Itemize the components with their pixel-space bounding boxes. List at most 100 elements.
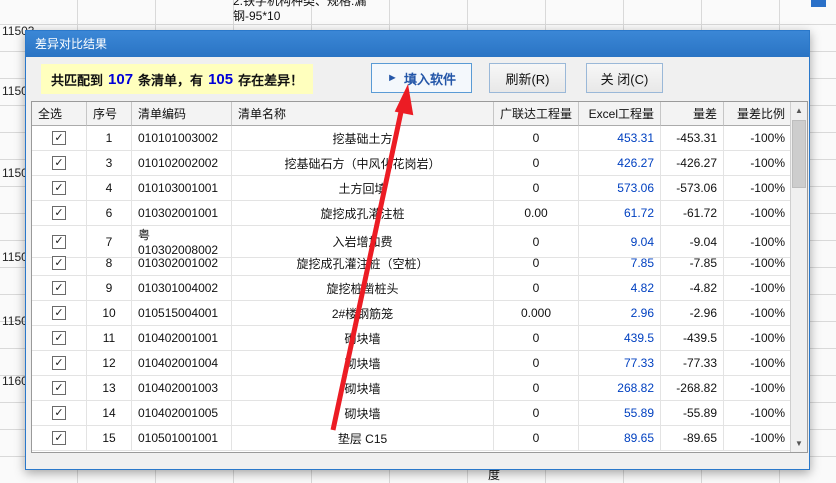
table-row[interactable]: ✓ 4 010103001001 土方回填 0 573.06 -573.06 -… [32, 176, 790, 201]
row-checkbox-cell: ✓ [32, 151, 87, 176]
table-row[interactable]: ✓ 11 010402001001 砌块墙 0 439.5 -439.5 -10… [32, 326, 790, 351]
row-checkbox[interactable]: ✓ [52, 281, 66, 295]
row-checkbox-cell: ✓ [32, 426, 87, 451]
table-header-row: 全选 序号 清单编码 清单名称 广联达工程量 Excel工程量 量差 量差比例 [32, 102, 790, 126]
screen: 115031150311503115031150311605 2.铁字机构种类、… [0, 0, 836, 483]
table-row[interactable]: ✓ 8 010302001002 旋挖成孔灌注桩（空桩） 0 7.85 -7.8… [32, 251, 790, 276]
scroll-up-icon[interactable]: ▲ [791, 102, 807, 119]
row-ratio: -100% [724, 251, 790, 276]
check-icon: ✓ [54, 236, 63, 247]
check-icon: ✓ [54, 433, 63, 444]
table-row[interactable]: ✓ 14 010402001005 砌块墙 0 55.89 -55.89 -10… [32, 401, 790, 426]
row-checkbox[interactable]: ✓ [52, 235, 66, 249]
dialog-toolbar: 共匹配到 107 条清单，有 105 存在差异！ ► 填入软件 刷新(R) 关 … [26, 57, 809, 101]
table-row[interactable]: ✓ 3 010102002002 挖基础石方（中风化花岗岩） 0 426.27 … [32, 151, 790, 176]
row-checkbox[interactable]: ✓ [52, 306, 66, 320]
row-checkbox-cell: ✓ [32, 301, 87, 326]
table-body: ✓ 1 010101003002 挖基础土方 0 453.31 -453.31 … [32, 126, 790, 451]
check-icon: ✓ [54, 283, 63, 294]
background-note-line2: 钢-95*10 [233, 9, 366, 24]
table-row[interactable]: ✓ 10 010515004001 2#楼钢筋笼 0.000 2.96 -2.9… [32, 301, 790, 326]
header-glodon-qty: 广联达工程量 [494, 102, 579, 126]
row-serial: 1 [87, 126, 132, 151]
row-checkbox-cell: ✓ [32, 176, 87, 201]
row-diff: -268.82 [661, 376, 724, 401]
row-code: 010515004001 [132, 301, 232, 326]
row-diff: -89.65 [661, 426, 724, 451]
match-summary: 共匹配到 107 条清单，有 105 存在差异！ [41, 64, 313, 94]
row-name: 挖基础石方（中风化花岗岩） [232, 151, 494, 176]
close-button[interactable]: 关 闭(C) [586, 63, 663, 93]
row-checkbox[interactable]: ✓ [52, 431, 66, 445]
summary-suffix: 存在差异！ [238, 70, 303, 89]
play-icon: ► [387, 72, 398, 84]
row-code: 010103001001 [132, 176, 232, 201]
row-checkbox[interactable]: ✓ [52, 256, 66, 270]
row-checkbox-cell: ✓ [32, 351, 87, 376]
scroll-down-icon[interactable]: ▼ [791, 435, 807, 452]
table-row[interactable]: ✓ 13 010402001003 砌块墙 0 268.82 -268.82 -… [32, 376, 790, 401]
summary-prefix: 共匹配到 [51, 70, 103, 89]
row-excel-qty: 4.82 [579, 276, 661, 301]
row-serial: 15 [87, 426, 132, 451]
row-checkbox[interactable]: ✓ [52, 406, 66, 420]
check-icon: ✓ [54, 408, 63, 419]
vertical-scrollbar[interactable]: ▲ ▼ [790, 102, 807, 452]
refresh-button[interactable]: 刷新(R) [489, 63, 566, 93]
row-checkbox[interactable]: ✓ [52, 181, 66, 195]
row-ratio: -100% [724, 301, 790, 326]
row-ratio: -100% [724, 401, 790, 426]
dialog-titlebar[interactable]: 差异对比结果 [26, 31, 809, 57]
row-serial: 11 [87, 326, 132, 351]
check-icon: ✓ [54, 258, 63, 269]
row-serial: 14 [87, 401, 132, 426]
row-name: 旋挖桩凿桩头 [232, 276, 494, 301]
row-checkbox[interactable]: ✓ [52, 356, 66, 370]
table-row[interactable]: ✓ 6 010302001001 旋挖成孔灌注桩 0.00 61.72 -61.… [32, 201, 790, 226]
summary-total-count: 107 [103, 71, 138, 88]
row-checkbox[interactable]: ✓ [52, 131, 66, 145]
row-glodon-qty: 0.00 [494, 201, 579, 226]
row-ratio: -100% [724, 151, 790, 176]
header-select-all[interactable]: 全选 [32, 102, 87, 126]
row-serial: 10 [87, 301, 132, 326]
row-code: 010402001003 [132, 376, 232, 401]
row-excel-qty: 61.72 [579, 201, 661, 226]
fill-button-label: 填入软件 [404, 69, 456, 88]
row-excel-qty: 453.31 [579, 126, 661, 151]
row-serial: 8 [87, 251, 132, 276]
row-checkbox[interactable]: ✓ [52, 156, 66, 170]
row-checkbox[interactable]: ✓ [52, 381, 66, 395]
row-excel-qty: 55.89 [579, 401, 661, 426]
header-diff-ratio: 量差比例 [724, 102, 790, 126]
table-row[interactable]: ✓ 7 粤010302008002 入岩增加费 0 9.04 -9.04 -10… [32, 226, 790, 251]
row-excel-qty: 2.96 [579, 301, 661, 326]
row-glodon-qty: 0.000 [494, 301, 579, 326]
row-ratio: -100% [724, 276, 790, 301]
row-excel-qty: 573.06 [579, 176, 661, 201]
row-code: 010402001005 [132, 401, 232, 426]
row-checkbox[interactable]: ✓ [52, 206, 66, 220]
row-serial: 12 [87, 351, 132, 376]
table-row[interactable]: ✓ 15 010501001001 垫层 C15 0 89.65 -89.65 … [32, 426, 790, 451]
row-checkbox[interactable]: ✓ [52, 331, 66, 345]
row-serial: 13 [87, 376, 132, 401]
row-diff: -61.72 [661, 201, 724, 226]
row-checkbox-cell: ✓ [32, 126, 87, 151]
row-glodon-qty: 0 [494, 126, 579, 151]
row-diff: -7.85 [661, 251, 724, 276]
check-icon: ✓ [54, 158, 63, 169]
row-glodon-qty: 0 [494, 326, 579, 351]
table-row[interactable]: ✓ 12 010402001004 砌块墙 0 77.33 -77.33 -10… [32, 351, 790, 376]
row-serial: 3 [87, 151, 132, 176]
row-ratio: -100% [724, 201, 790, 226]
row-glodon-qty: 0 [494, 401, 579, 426]
table-row[interactable]: ✓ 9 010301004002 旋挖桩凿桩头 0 4.82 -4.82 -10… [32, 276, 790, 301]
fill-into-software-button[interactable]: ► 填入软件 [371, 63, 472, 93]
scrollbar-thumb[interactable] [792, 120, 806, 188]
table-row[interactable]: ✓ 1 010101003002 挖基础土方 0 453.31 -453.31 … [32, 126, 790, 151]
header-excel-qty: Excel工程量 [579, 102, 661, 126]
row-ratio: -100% [724, 426, 790, 451]
row-ratio: -100% [724, 351, 790, 376]
row-name: 砌块墙 [232, 326, 494, 351]
